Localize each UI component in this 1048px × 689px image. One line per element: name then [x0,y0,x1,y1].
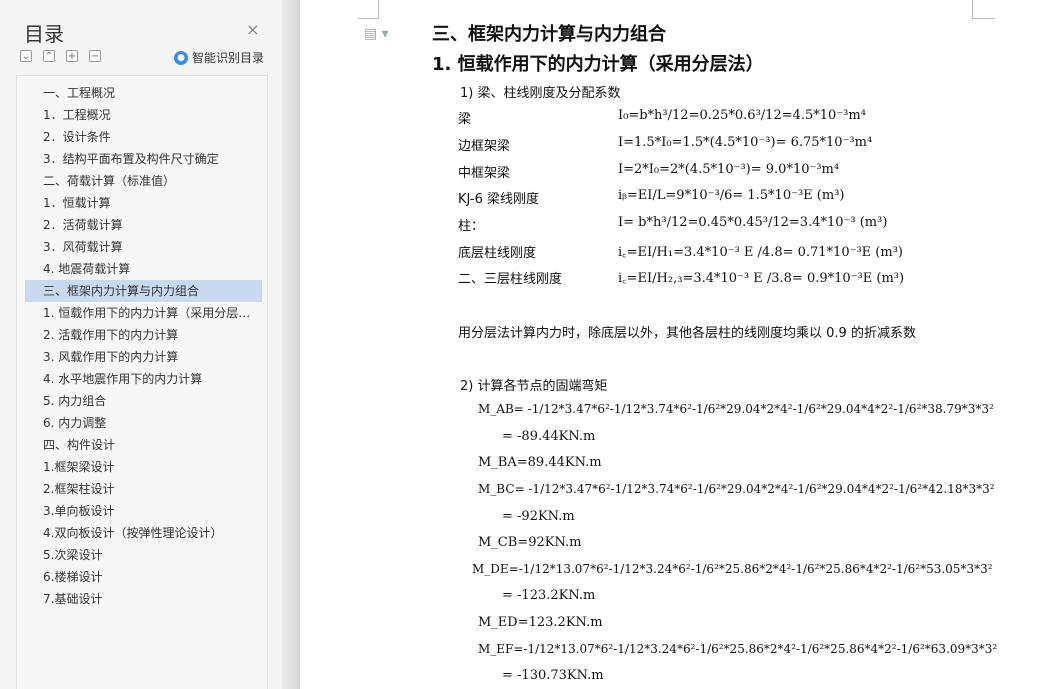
moment-equation: M_CB=92KN.m [478,535,582,550]
smart-toc-label: 智能识别目录 [192,51,265,65]
toc-list: 一、工程概况 1．工程概况 2．设计条件 3．结构平面布置及构件尺寸确定 二、荷… [16,75,268,689]
toc-item[interactable]: 1．工程概况 [25,104,262,126]
row-label: 中框架梁 [458,166,511,181]
moment-equation: M_EF=-1/12*13.07*6²-1/12*3.24*6²-1/6²*25… [478,642,998,656]
smart-toc-button[interactable]: ● 智能识别目录 [174,49,264,66]
row-label: 梁 [458,112,472,127]
close-icon[interactable]: × [246,20,259,39]
toc-item[interactable]: 2．活荷载计算 [25,214,262,236]
collapse-all-icon[interactable]: ⌄ [20,50,32,62]
toc-item[interactable]: 3．结构平面布置及构件尺寸确定 [25,148,262,170]
moment-result: = -130.73KN.m [502,668,604,683]
row-label: 边框架梁 [458,139,511,154]
row-value: I= b*h³/12=0.45*0.45³/12=3.4*10⁻³ (m³) [618,215,888,230]
toc-item[interactable]: 四、构件设计 [25,434,262,456]
ai-icon: ● [174,50,188,65]
toc-item[interactable]: 1.框架梁设计 [25,456,262,478]
toc-item[interactable]: 1. 恒载作用下的内力计算（采用分层法） [25,302,262,324]
row-label: 底层柱线刚度 [458,246,537,261]
row-value: i꜀=EI/H₁=3.4*10⁻³ E /4.8= 0.71*10⁻³E (m³… [618,245,903,260]
row-value: I₀=b*h³/12=0.25*0.6³/12=4.5*10⁻³m⁴ [618,108,866,123]
subheading: 2) 计算各节点的固端弯矩 [460,379,608,394]
document-page[interactable]: ▤ ▾ 三、框架内力计算与内力组合 1. 恒载作用下的内力计算（采用分层法） 1… [300,0,1048,689]
expand-all-icon[interactable]: ⌃ [43,50,55,62]
paragraph: 用分层法计算内力时，除底层以外，其他各层柱的线刚度均乘以 0.9 的折减系数 [458,326,916,341]
moment-equation: M_AB= -1/12*3.47*6²-1/12*3.74*6²-1/6²*29… [478,402,994,416]
moment-result: = -89.44KN.m [502,429,596,444]
toc-item[interactable]: 2.框架柱设计 [25,478,262,500]
row-label: 二、三层柱线刚度 [458,272,563,287]
toc-item[interactable]: 2. 活载作用下的内力计算 [25,324,262,346]
toc-item[interactable]: 4.双向板设计（按弹性理论设计） [25,522,262,544]
row-label: 柱： [458,219,485,234]
toc-item[interactable]: 二、荷载计算（标准值） [25,170,262,192]
subheading: 1) 梁、柱线刚度及分配系数 [460,86,621,101]
row-value: i꜀=EI/H₂,₃=3.4*10⁻³ E /3.8= 0.9*10⁻³E (m… [618,271,905,286]
toc-toolbar: ⌄ ⌃ + − [20,50,101,62]
add-heading-icon[interactable]: + [66,50,78,62]
panel-divider[interactable] [282,0,300,689]
toc-item[interactable]: 6.楼梯设计 [25,566,262,588]
toc-item[interactable]: 6. 内力调整 [25,412,262,434]
toc-item[interactable]: 1．恒载计算 [25,192,262,214]
toc-item[interactable]: 3.单向板设计 [25,500,262,522]
moment-equation: M_BA=89.44KN.m [478,455,602,470]
heading-1: 三、框架内力计算与内力组合 [432,24,666,45]
paragraph-menu-icon[interactable]: ▤ ▾ [364,26,389,42]
heading-2: 1. 恒载作用下的内力计算（采用分层法） [432,54,764,75]
toc-sidebar: 目录 × ⌄ ⌃ + − ● 智能识别目录 一、工程概况 1．工程概况 2．设计… [0,0,283,689]
toc-item[interactable]: 7.基础设计 [25,588,262,610]
row-value: I=1.5*I₀=1.5*(4.5*10⁻³)= 6.75*10⁻³m⁴ [618,135,873,150]
toc-item[interactable]: 4. 水平地震作用下的内力计算 [25,368,262,390]
toc-item[interactable]: 5. 内力组合 [25,390,262,412]
row-value: I=2*I₀=2*(4.5*10⁻³)= 9.0*10⁻³m⁴ [618,162,840,177]
toc-item[interactable]: 3．风荷载计算 [25,236,262,258]
moment-equation: M_DE=-1/12*13.07*6²-1/12*3.24*6²-1/6²*25… [472,562,993,576]
moment-result: = -123.2KN.m [502,588,596,603]
moment-result: = -92KN.m [502,509,575,524]
moment-equation: M_BC= -1/12*3.47*6²-1/12*3.74*6²-1/6²*29… [478,482,995,496]
toc-item[interactable]: 一、工程概况 [25,82,262,104]
row-label: KJ-6 梁线刚度 [458,192,539,207]
page-margin-marker [972,0,995,19]
toc-item[interactable]: 3. 风载作用下的内力计算 [25,346,262,368]
row-value: iᵦ=EI/L=9*10⁻³/6= 1.5*10⁻³E (m³) [618,188,845,203]
toc-item[interactable]: 2．设计条件 [25,126,262,148]
moment-equation: M_ED=123.2KN.m [478,615,603,630]
page-margin-marker [358,0,379,19]
toc-title: 目录 [24,22,64,46]
remove-heading-icon[interactable]: − [89,50,101,62]
toc-item[interactable]: 4. 地震荷载计算 [25,258,262,280]
toc-item-active[interactable]: 三、框架内力计算与内力组合 [25,280,262,302]
toc-item[interactable]: 5.次梁设计 [25,544,262,566]
